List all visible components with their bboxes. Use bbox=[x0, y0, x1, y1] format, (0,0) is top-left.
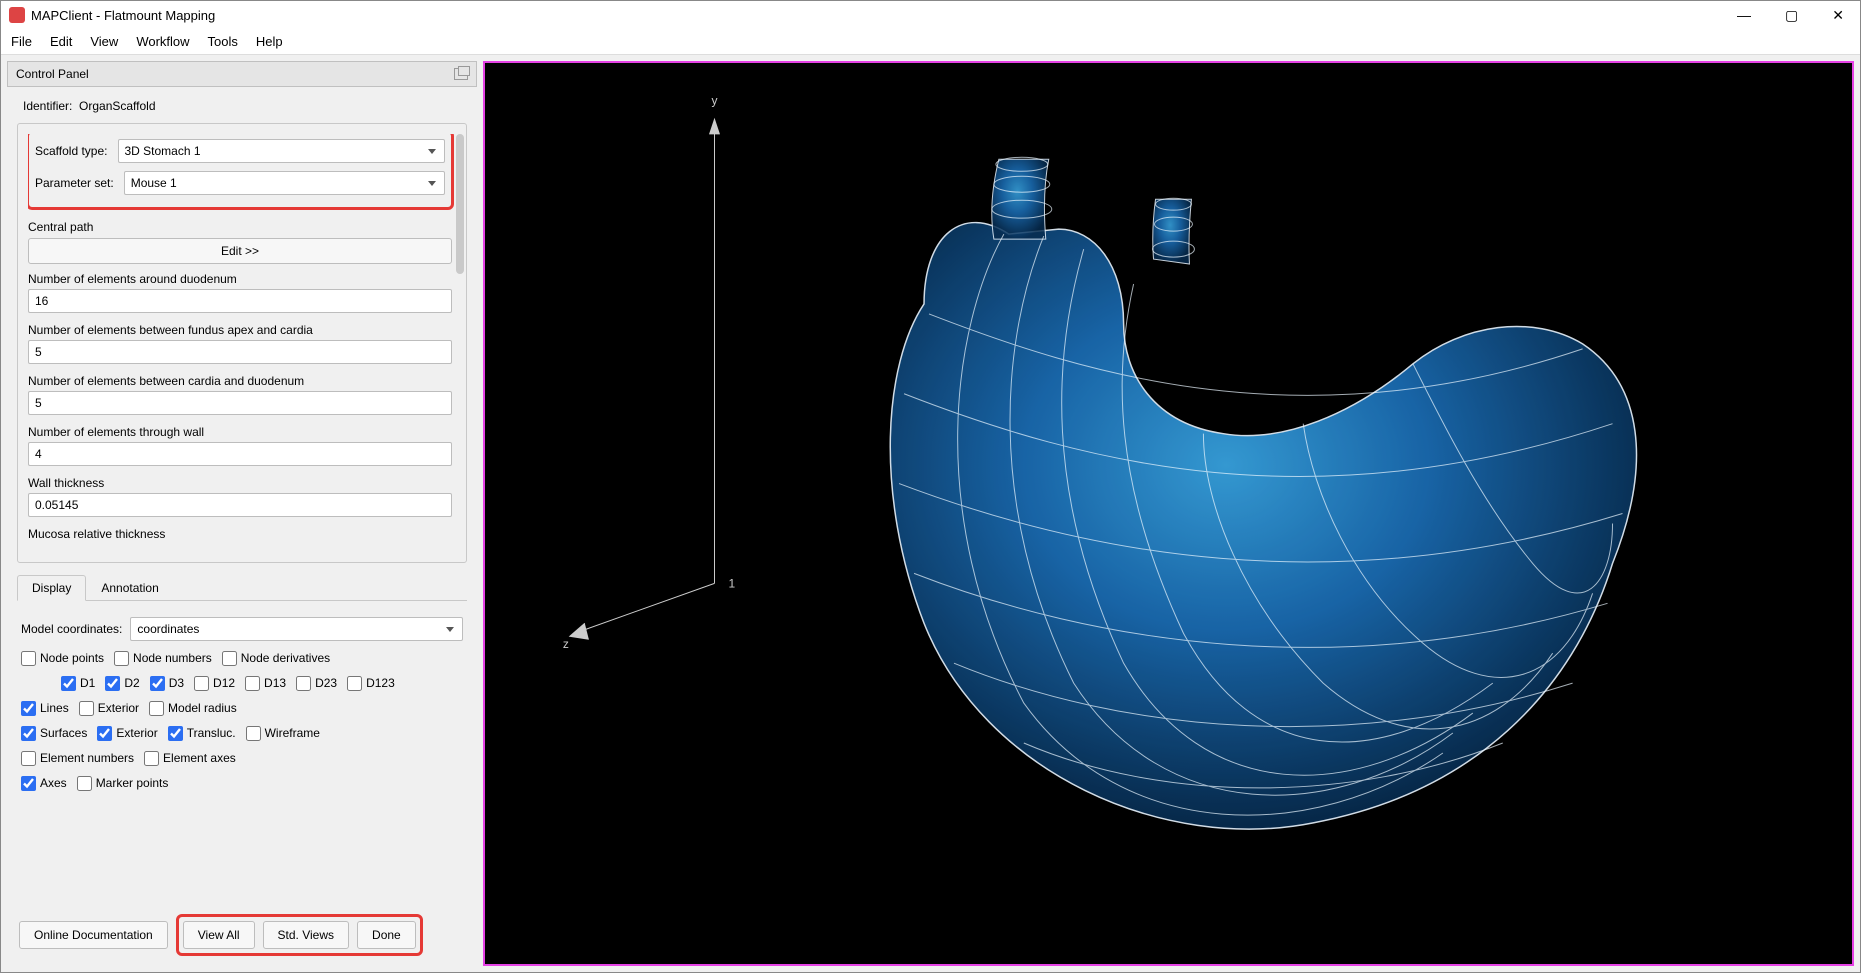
parameter-set-select[interactable]: Mouse 1 bbox=[124, 171, 445, 195]
chk-element-axes[interactable]: Element axes bbox=[144, 751, 236, 766]
field-label-0: Number of elements around duodenum bbox=[28, 272, 452, 286]
panel-header: Control Panel bbox=[7, 61, 477, 87]
undock-icon[interactable] bbox=[454, 68, 468, 80]
close-button[interactable]: ✕ bbox=[1832, 7, 1844, 24]
field-input-2[interactable] bbox=[28, 391, 452, 415]
chk-element-numbers[interactable]: Element numbers bbox=[21, 751, 134, 766]
3d-viewport[interactable]: y z 1 bbox=[483, 61, 1854, 966]
chk-d123[interactable]: D123 bbox=[347, 676, 395, 691]
chk-d12[interactable]: D12 bbox=[194, 676, 235, 691]
menu-bar: File Edit View Workflow Tools Help bbox=[1, 30, 1860, 55]
chk-wireframe[interactable]: Wireframe bbox=[246, 726, 320, 741]
menu-edit[interactable]: Edit bbox=[50, 34, 72, 49]
edit-central-path-button[interactable]: Edit >> bbox=[28, 238, 452, 264]
chk-d13[interactable]: D13 bbox=[245, 676, 286, 691]
field-label-4: Wall thickness bbox=[28, 476, 452, 490]
field-input-4[interactable] bbox=[28, 493, 452, 517]
chk-transluc[interactable]: Transluc. bbox=[168, 726, 236, 741]
identifier-row: Identifier: OrganScaffold bbox=[17, 95, 467, 117]
display-tabs: Display Annotation bbox=[17, 575, 467, 601]
menu-tools[interactable]: Tools bbox=[208, 34, 238, 49]
chk-node-points[interactable]: Node points bbox=[21, 651, 104, 666]
menu-workflow[interactable]: Workflow bbox=[136, 34, 189, 49]
control-panel: Control Panel Identifier: OrganScaffold … bbox=[7, 61, 477, 966]
field-label-2: Number of elements between cardia and du… bbox=[28, 374, 452, 388]
axis-y-label: y bbox=[712, 93, 718, 107]
chk-exterior-lines[interactable]: Exterior bbox=[79, 701, 139, 716]
field-label-1: Number of elements between fundus apex a… bbox=[28, 323, 452, 337]
view-all-button[interactable]: View All bbox=[183, 921, 255, 949]
window-title: MAPClient - Flatmount Mapping bbox=[31, 8, 215, 23]
identifier-value: OrganScaffold bbox=[79, 99, 156, 113]
scaffold-settings-group: Scaffold type: 3D Stomach 1 Parameter se… bbox=[17, 123, 467, 563]
central-path-label: Central path bbox=[28, 220, 452, 234]
chk-d2[interactable]: D2 bbox=[105, 676, 139, 691]
menu-help[interactable]: Help bbox=[256, 34, 283, 49]
axis-z-label: z bbox=[563, 637, 569, 651]
chk-exterior-surf[interactable]: Exterior bbox=[97, 726, 157, 741]
std-views-button[interactable]: Std. Views bbox=[263, 921, 349, 949]
field-input-0[interactable] bbox=[28, 289, 452, 313]
title-bar: MAPClient - Flatmount Mapping — ▢ ✕ bbox=[1, 1, 1860, 30]
chk-d23[interactable]: D23 bbox=[296, 676, 337, 691]
chk-node-derivatives[interactable]: Node derivatives bbox=[222, 651, 330, 666]
parameter-set-label: Parameter set: bbox=[35, 176, 114, 190]
menu-view[interactable]: View bbox=[90, 34, 118, 49]
minimize-button[interactable]: — bbox=[1737, 7, 1751, 24]
chk-model-radius[interactable]: Model radius bbox=[149, 701, 237, 716]
scaffold-type-select[interactable]: 3D Stomach 1 bbox=[118, 139, 446, 163]
done-button[interactable]: Done bbox=[357, 921, 416, 949]
identifier-label: Identifier: bbox=[23, 99, 72, 113]
field-label-3: Number of elements through wall bbox=[28, 425, 452, 439]
field-label-5: Mucosa relative thickness bbox=[28, 527, 452, 541]
panel-title: Control Panel bbox=[16, 67, 89, 81]
highlight-box-buttons: View All Std. Views Done bbox=[176, 914, 423, 956]
model-coords-select[interactable]: coordinates bbox=[130, 617, 463, 641]
axis-scale-label: 1 bbox=[728, 576, 735, 590]
field-input-1[interactable] bbox=[28, 340, 452, 364]
chk-lines[interactable]: Lines bbox=[21, 701, 69, 716]
tab-annotation[interactable]: Annotation bbox=[86, 575, 173, 600]
chk-surfaces[interactable]: Surfaces bbox=[21, 726, 87, 741]
tab-display[interactable]: Display bbox=[17, 575, 86, 601]
scaffold-type-label: Scaffold type: bbox=[35, 144, 108, 158]
app-icon bbox=[9, 7, 25, 23]
field-input-3[interactable] bbox=[28, 442, 452, 466]
chk-d1[interactable]: D1 bbox=[61, 676, 95, 691]
online-docs-button[interactable]: Online Documentation bbox=[19, 921, 168, 949]
maximize-button[interactable]: ▢ bbox=[1785, 7, 1798, 24]
chk-d3[interactable]: D3 bbox=[150, 676, 184, 691]
scrollbar[interactable] bbox=[456, 134, 464, 274]
highlight-box-selects: Scaffold type: 3D Stomach 1 Parameter se… bbox=[28, 134, 454, 210]
organ-surface bbox=[890, 223, 1636, 829]
menu-file[interactable]: File bbox=[11, 34, 32, 49]
chk-axes[interactable]: Axes bbox=[21, 776, 67, 791]
model-coords-label: Model coordinates: bbox=[21, 622, 122, 636]
chk-node-numbers[interactable]: Node numbers bbox=[114, 651, 212, 666]
chk-marker-points[interactable]: Marker points bbox=[77, 776, 169, 791]
